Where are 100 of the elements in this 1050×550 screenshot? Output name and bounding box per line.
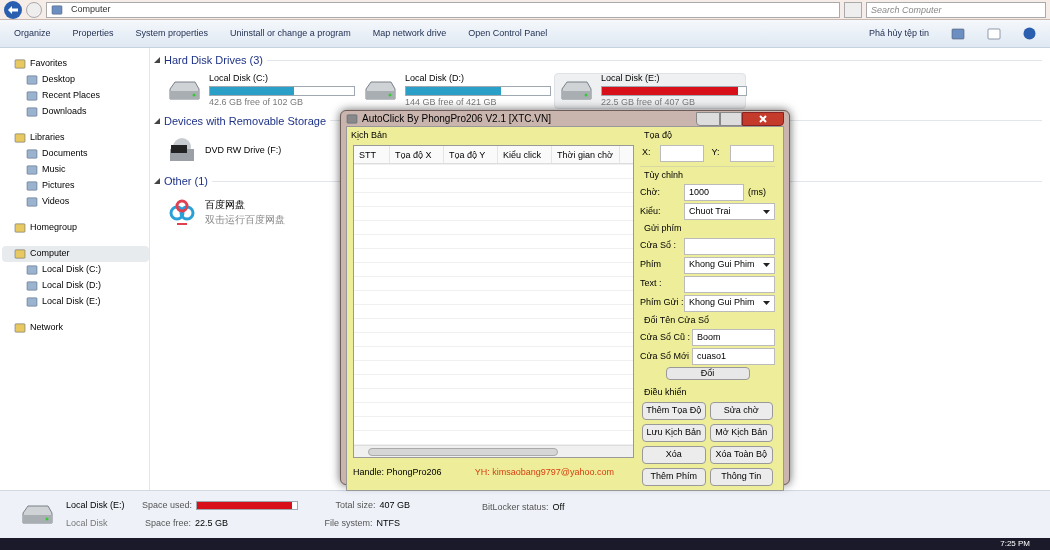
sidebar-item[interactable]: Homegroup <box>2 220 149 236</box>
search-field[interactable]: Search Computer <box>866 1 1046 18</box>
app-subtitle: 双击运行百度网盘 <box>205 212 285 227</box>
sidebar-item[interactable]: Favorites <box>2 56 149 72</box>
folder-icon <box>26 181 38 191</box>
sidebar-item[interactable]: Desktop <box>2 72 149 88</box>
maximize-button[interactable] <box>720 111 742 126</box>
folder-icon <box>26 91 38 101</box>
control-button[interactable]: Sửa chờ <box>709 401 773 420</box>
collapse-triangle-icon[interactable] <box>154 57 160 64</box>
sidebar-item[interactable]: Videos <box>2 194 149 210</box>
control-button[interactable]: Lưu Kịch Bản <box>642 423 706 442</box>
folder-icon <box>14 133 26 143</box>
field-label: Y: <box>711 146 721 160</box>
hard-drive-icon <box>559 78 593 103</box>
drive-tile[interactable]: Local Disk (D:) 144 GB free of 421 GB <box>358 72 550 109</box>
refresh-button[interactable] <box>844 1 862 18</box>
minimize-button[interactable] <box>696 111 720 126</box>
text-field[interactable]: Boom <box>692 329 775 346</box>
dropdown[interactable]: Khong Gui Phim <box>684 294 775 312</box>
collapse-triangle-icon[interactable] <box>154 117 160 124</box>
toolbar-button[interactable]: Phá hủy tệp tin <box>868 26 929 41</box>
toolbar-button[interactable]: Organize <box>14 26 51 41</box>
dropdown-arrow-icon <box>763 301 770 305</box>
rename-button[interactable]: Đổi <box>665 367 750 380</box>
field-label: BitLocker status: <box>482 501 549 514</box>
sidebar-item[interactable]: Downloads <box>2 104 149 120</box>
drive-tile[interactable]: 百度网盘 双击运行百度网盘 <box>162 193 312 230</box>
control-button[interactable]: Thêm Phím <box>642 467 706 486</box>
drive-tile[interactable]: DVD RW Drive (F:) <box>162 133 312 169</box>
free-space-text: 22.5 GB free of 407 GB <box>601 95 697 109</box>
horizontal-scrollbar[interactable] <box>354 445 633 457</box>
column-header[interactable]: Tọa độ X <box>390 145 444 163</box>
toolbar-button[interactable]: Uninstall or change a program <box>230 26 351 41</box>
toolbar-button[interactable]: System properties <box>135 26 209 41</box>
sidebar-item[interactable]: Local Disk (C:) <box>2 262 149 278</box>
folder-icon <box>14 223 26 233</box>
text-field[interactable] <box>684 275 775 293</box>
section-heading: Devices with Removable Storage <box>164 113 327 129</box>
help-icon[interactable] <box>1023 27 1036 40</box>
back-button[interactable] <box>4 0 22 19</box>
field-label: Space free: <box>145 516 192 530</box>
folder-icon <box>26 197 38 207</box>
text-field[interactable]: cuaso1 <box>692 348 775 365</box>
drive-name: Local Disk (E:) <box>66 499 126 512</box>
hard-drive-icon <box>363 78 397 103</box>
text-field[interactable]: 1000 <box>684 184 744 201</box>
field-label: Total size: <box>335 499 376 512</box>
app-name: 百度网盘 <box>205 197 246 212</box>
address-field[interactable]: Computer <box>46 1 840 18</box>
computer-icon <box>51 4 63 15</box>
back-arrow-icon <box>8 5 18 14</box>
control-button[interactable]: Xóa Toàn Bộ <box>709 445 773 464</box>
toolbar-button[interactable]: Map network drive <box>372 26 447 41</box>
group-title: Kịch Bản <box>351 129 389 142</box>
column-header[interactable]: STT <box>354 145 390 163</box>
column-header[interactable]: Tọa độ Y <box>444 145 498 163</box>
folder-icon <box>26 75 38 85</box>
dropdown[interactable]: Chuot Trai <box>684 203 775 220</box>
app-icon <box>346 113 358 124</box>
field-label: Phím <box>640 258 662 272</box>
sidebar-item[interactable]: Pictures <box>2 178 149 194</box>
sidebar-item[interactable]: Local Disk (E:) <box>2 294 149 310</box>
control-button[interactable]: Mở Kịch Bản <box>709 423 773 442</box>
field-label: Cửa Sổ Cũ : <box>640 330 688 344</box>
sidebar-item[interactable]: Recent Places <box>2 88 149 104</box>
sidebar-item[interactable]: Music <box>2 162 149 178</box>
close-button[interactable] <box>742 111 784 126</box>
collapse-triangle-icon[interactable] <box>154 178 160 185</box>
group-title: Tùy chỉnh <box>643 168 685 182</box>
drive-tile[interactable]: Local Disk (C:) 42.6 GB free of 102 GB <box>162 72 354 109</box>
sidebar-item[interactable]: Libraries <box>2 130 149 146</box>
dropdown-arrow-icon <box>763 209 770 214</box>
breadcrumb-item[interactable]: Computer <box>71 2 111 17</box>
text-field[interactable] <box>684 237 775 255</box>
text-field[interactable] <box>660 144 704 162</box>
toolbar-button[interactable]: Open Control Panel <box>468 26 548 41</box>
toolbar-button[interactable]: Properties <box>72 26 114 41</box>
group-title: Điều khiển <box>643 386 688 399</box>
drive-tile[interactable]: Local Disk (E:) 22.5 GB free of 407 GB <box>554 72 746 109</box>
preview-pane-icon <box>987 27 1001 40</box>
folder-icon <box>26 297 38 307</box>
group-title: Gửi phím <box>643 222 683 235</box>
column-header[interactable]: Thời gian chờ <box>552 145 620 163</box>
folder-icon <box>26 165 38 175</box>
column-header[interactable]: Kiểu click <box>498 145 552 163</box>
field-value: NTFS <box>376 516 401 530</box>
folder-icon <box>26 281 38 291</box>
control-button[interactable]: Xóa <box>642 445 706 464</box>
control-button[interactable]: Thêm Tọa Độ <box>642 401 706 420</box>
field-label: Text : <box>640 277 663 291</box>
folder-icon <box>26 107 38 117</box>
sidebar-item[interactable]: Computer <box>2 246 149 262</box>
drive-name: Local Disk (E:) <box>601 72 661 85</box>
dropdown[interactable]: Khong Gui Phim <box>684 256 775 274</box>
sidebar-item[interactable]: Documents <box>2 146 149 162</box>
sidebar-item[interactable]: Network <box>2 320 149 336</box>
control-button[interactable]: Thông Tin <box>709 467 773 486</box>
sidebar-item[interactable]: Local Disk (D:) <box>2 278 149 294</box>
text-field[interactable] <box>729 144 774 162</box>
